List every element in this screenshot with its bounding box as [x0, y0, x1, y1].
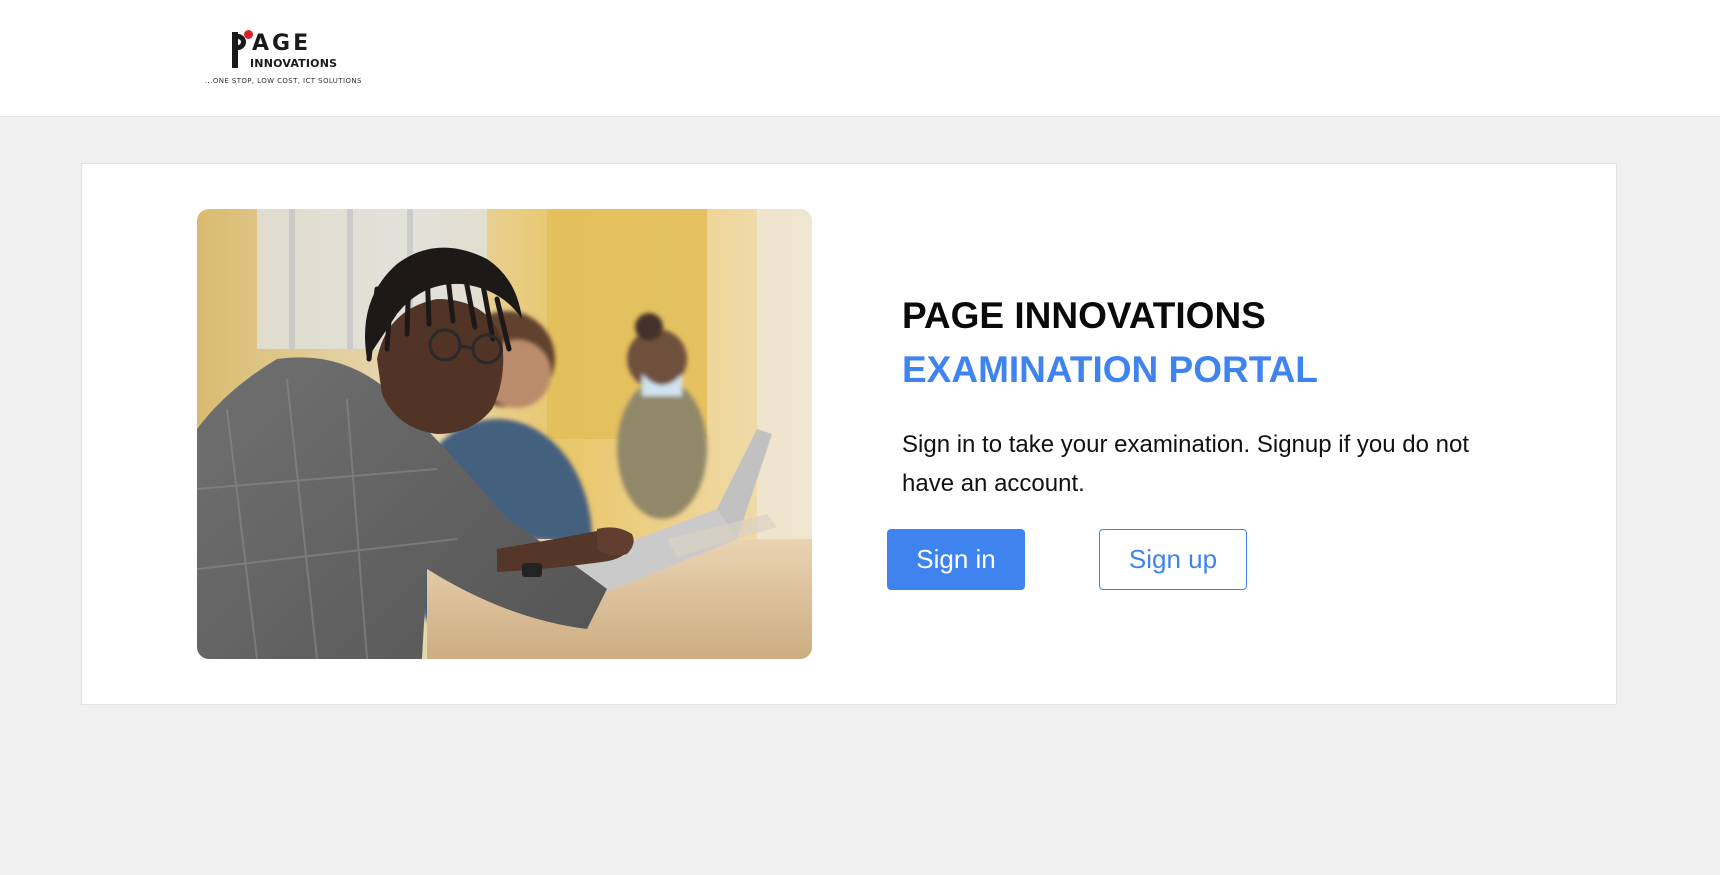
welcome-description: Sign in to take your examination. Signup…: [902, 431, 1470, 497]
sign-in-button[interactable]: Sign in: [887, 529, 1025, 590]
top-header: AGE INNOVATIONS ...ONE STOP, LOW COST, I…: [0, 0, 1720, 117]
sign-up-button[interactable]: Sign up: [1099, 529, 1247, 590]
welcome-card: PAGE INNOVATIONS EXAMINATION PORTAL Sign…: [81, 163, 1617, 705]
hero-image: [197, 209, 812, 659]
logo-p-mark-icon: [232, 30, 253, 68]
page-subtitle: EXAMINATION PORTAL: [902, 349, 1318, 390]
page-title: PAGE INNOVATIONS: [902, 295, 1266, 336]
company-logo[interactable]: AGE INNOVATIONS ...ONE STOP, LOW COST, I…: [200, 22, 361, 94]
welcome-content: PAGE INNOVATIONS EXAMINATION PORTAL Sign…: [902, 289, 1502, 503]
logo-brand-top: AGE: [252, 31, 312, 56]
logo-brand-bottom: INNOVATIONS: [250, 57, 338, 70]
students-photo-illustration: [197, 209, 812, 659]
logo-tagline: ...ONE STOP, LOW COST, ICT SOLUTIONS: [205, 77, 362, 85]
